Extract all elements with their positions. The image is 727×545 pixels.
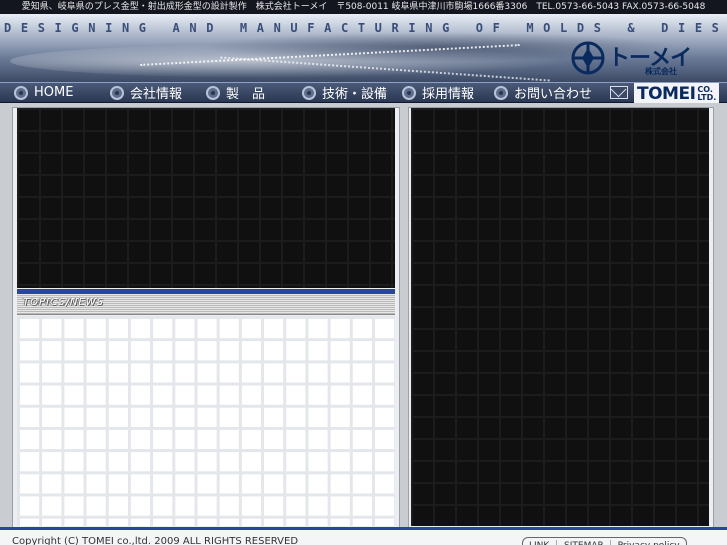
nav-item-label: 技術・設備 (322, 87, 388, 102)
topics-title: TOPICS/NEWS (23, 297, 104, 308)
gear-icon (14, 85, 28, 100)
company-info-text: 愛知県、岐阜県のプレス金型・射出成形金型の設計製作 株式会社トーメイ 〒508-… (21, 2, 706, 12)
nav-item-home[interactable]: HOME (14, 83, 73, 102)
gear-icon (110, 85, 124, 100)
gear-icon (302, 85, 316, 100)
hero-image-area (17, 108, 395, 288)
top-info-bar: 愛知県、岐阜県のプレス金型・射出成形金型の設計製作 株式会社トーメイ 〒508-… (0, 0, 727, 14)
nav-item-label: 製 品 (226, 87, 266, 102)
banner-tagline: D E S I G N I N G A N D M A N U F A C T … (4, 21, 721, 35)
main-nav: HOME 会社情報 製 品 技術・設備 採用情報 お問い合わせ TOMEI CO… (0, 82, 727, 104)
brand-ltd: LTD. (697, 92, 717, 102)
nav-item-label: HOME (34, 85, 74, 100)
nav-item-products[interactable]: 製 品 (206, 83, 265, 102)
gear-icon (206, 85, 220, 100)
nav-item-label: 採用情報 (422, 87, 475, 102)
mail-icon[interactable] (610, 86, 628, 99)
company-logo-icon[interactable] (570, 40, 606, 76)
brand-suffix: CO. LTD. (697, 85, 717, 102)
gear-icon (494, 85, 508, 100)
topics-list (17, 316, 395, 526)
header-banner: D E S I G N I N G A N D M A N U F A C T … (0, 14, 727, 82)
nav-item-technology[interactable]: 技術・設備 (302, 83, 387, 102)
nav-brand-logo[interactable]: TOMEI CO. LTD. (634, 83, 720, 104)
nav-item-recruit[interactable]: 採用情報 (402, 83, 474, 102)
nav-item-company[interactable]: 会社情報 (110, 83, 182, 102)
brand-name: TOMEI (637, 83, 696, 104)
nav-item-contact[interactable]: お問い合わせ (494, 83, 592, 102)
gear-icon (402, 85, 416, 100)
footer-links[interactable]: LINK ｜ SITEMAP ｜ Privacy policy (522, 537, 687, 545)
company-logo-subtext: 株式会社 (645, 67, 677, 76)
nav-item-label: 会社情報 (130, 87, 183, 102)
nav-item-label: お問い合わせ (514, 87, 593, 102)
topics-header: TOPICS/NEWS (17, 294, 395, 315)
copyright-text: Copyright (C) TOMEI co.,ltd. 2009 ALL RI… (12, 536, 299, 545)
footer: Copyright (C) TOMEI co.,ltd. 2009 ALL RI… (0, 527, 727, 545)
right-feature-panel (411, 108, 709, 526)
